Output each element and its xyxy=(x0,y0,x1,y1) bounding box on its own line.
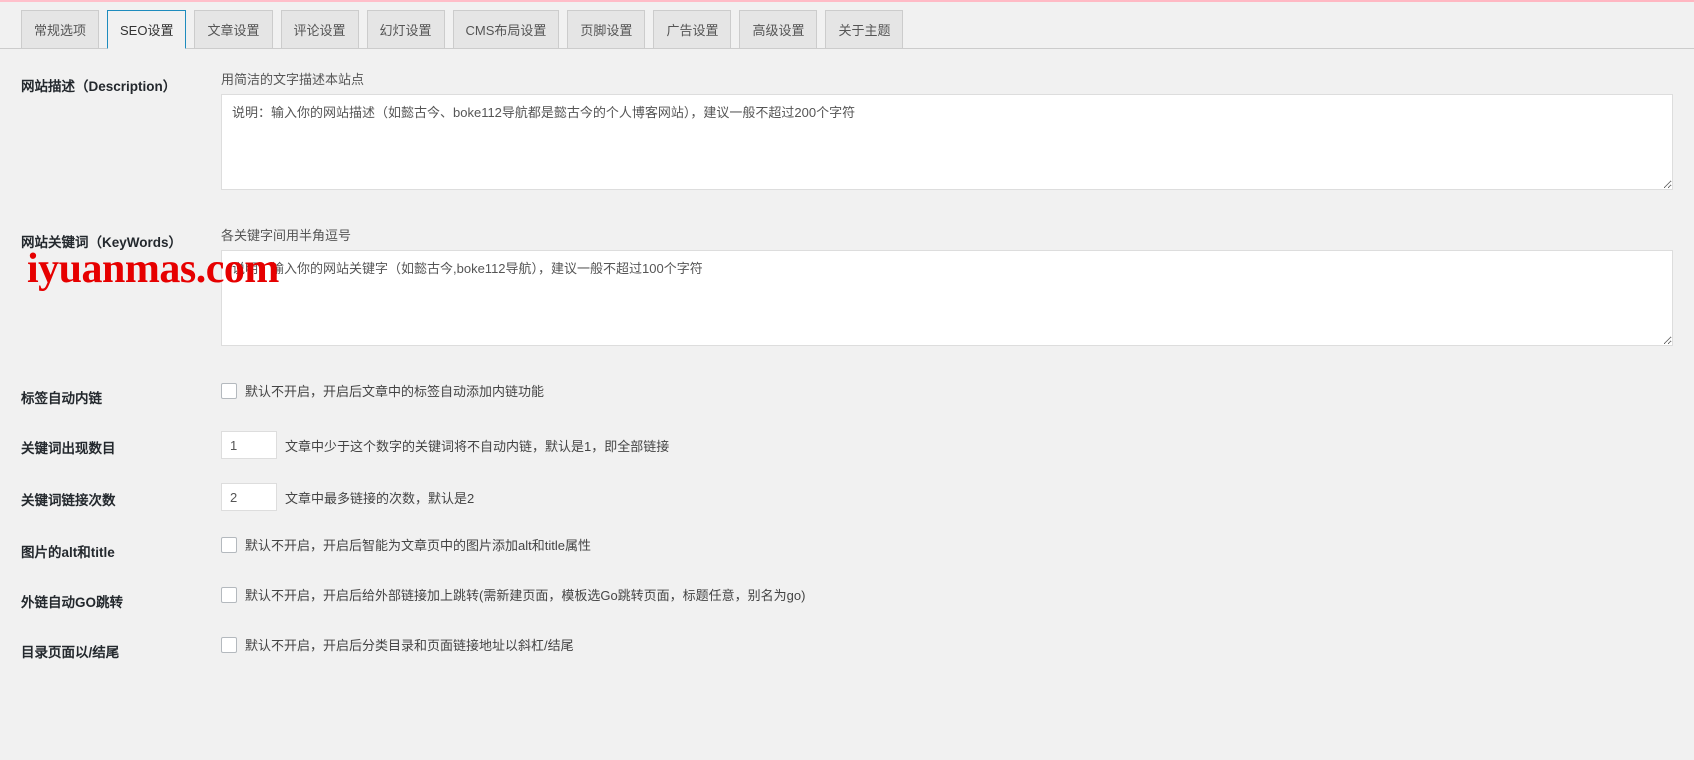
tab-cms-layout[interactable]: CMS布局设置 xyxy=(453,10,560,49)
row-external-go: 外链自动GO跳转 默认不开启，开启后给外部链接加上跳转(需新建页面，模板选Go跳… xyxy=(21,585,1673,611)
tabs-bar: 常规选项 SEO设置 文章设置 评论设置 幻灯设置 CMS布局设置 页脚设置 广… xyxy=(0,2,1694,49)
control-img-alt-title: 默认不开启，开启后智能为文章页中的图片添加alt和title属性 xyxy=(221,535,1673,554)
page-area: 常规选项 SEO设置 文章设置 评论设置 幻灯设置 CMS布局设置 页脚设置 广… xyxy=(0,0,1694,695)
label-keyword-count: 关键词出现数目 xyxy=(21,431,221,457)
checkbox-img-alt-title[interactable] xyxy=(221,537,237,553)
checkbox-dir-slash[interactable] xyxy=(221,637,237,653)
tab-ads[interactable]: 广告设置 xyxy=(653,10,731,49)
input-keyword-link-times[interactable] xyxy=(221,483,277,511)
row-keyword-count: 关键词出现数目 文章中少于这个数字的关键词将不自动内链，默认是1，即全部链接 xyxy=(21,431,1673,459)
label-dir-slash: 目录页面以/结尾 xyxy=(21,635,221,661)
label-description: 网站描述（Description） xyxy=(21,69,221,95)
control-external-go: 默认不开启，开启后给外部链接加上跳转(需新建页面，模板选Go跳转页面，标题任意，… xyxy=(221,585,1673,604)
desc-keyword-count: 文章中少于这个数字的关键词将不自动内链，默认是1，即全部链接 xyxy=(285,436,669,455)
hint-keywords: 各关键字间用半角逗号 xyxy=(221,225,1673,244)
control-dir-slash: 默认不开启，开启后分类目录和页面链接地址以斜杠/结尾 xyxy=(221,635,1673,654)
control-description: 用简洁的文字描述本站点 xyxy=(221,69,1673,193)
settings-content: 网站描述（Description） 用简洁的文字描述本站点 网站关键词（KeyW… xyxy=(0,49,1694,695)
row-keywords: 网站关键词（KeyWords） 各关键字间用半角逗号 xyxy=(21,225,1673,349)
desc-tag-autolink: 默认不开启，开启后文章中的标签自动添加内链功能 xyxy=(245,381,544,400)
desc-img-alt-title: 默认不开启，开启后智能为文章页中的图片添加alt和title属性 xyxy=(245,535,591,554)
label-tag-autolink: 标签自动内链 xyxy=(21,381,221,407)
tab-slide[interactable]: 幻灯设置 xyxy=(367,10,445,49)
label-img-alt-title: 图片的alt和title xyxy=(21,535,221,561)
textarea-keywords[interactable] xyxy=(221,250,1673,346)
control-tag-autolink: 默认不开启，开启后文章中的标签自动添加内链功能 xyxy=(221,381,1673,400)
row-tag-autolink: 标签自动内链 默认不开启，开启后文章中的标签自动添加内链功能 xyxy=(21,381,1673,407)
row-img-alt-title: 图片的alt和title 默认不开启，开启后智能为文章页中的图片添加alt和ti… xyxy=(21,535,1673,561)
control-keyword-count: 文章中少于这个数字的关键词将不自动内链，默认是1，即全部链接 xyxy=(221,431,1673,459)
row-description: 网站描述（Description） 用简洁的文字描述本站点 xyxy=(21,69,1673,193)
textarea-description[interactable] xyxy=(221,94,1673,190)
row-keyword-link-times: 关键词链接次数 文章中最多链接的次数，默认是2 xyxy=(21,483,1673,511)
tab-about[interactable]: 关于主题 xyxy=(825,10,903,49)
tab-advanced[interactable]: 高级设置 xyxy=(739,10,817,49)
hint-description: 用简洁的文字描述本站点 xyxy=(221,69,1673,88)
tab-seo[interactable]: SEO设置 xyxy=(107,10,186,49)
tab-comment[interactable]: 评论设置 xyxy=(281,10,359,49)
label-keyword-link-times: 关键词链接次数 xyxy=(21,483,221,509)
control-keywords: 各关键字间用半角逗号 xyxy=(221,225,1673,349)
label-external-go: 外链自动GO跳转 xyxy=(21,585,221,611)
row-dir-slash: 目录页面以/结尾 默认不开启，开启后分类目录和页面链接地址以斜杠/结尾 xyxy=(21,635,1673,661)
control-keyword-link-times: 文章中最多链接的次数，默认是2 xyxy=(221,483,1673,511)
desc-external-go: 默认不开启，开启后给外部链接加上跳转(需新建页面，模板选Go跳转页面，标题任意，… xyxy=(245,585,805,604)
tab-article[interactable]: 文章设置 xyxy=(194,10,272,49)
tab-footer[interactable]: 页脚设置 xyxy=(567,10,645,49)
desc-keyword-link-times: 文章中最多链接的次数，默认是2 xyxy=(285,488,474,507)
label-keywords: 网站关键词（KeyWords） xyxy=(21,225,221,251)
tab-general[interactable]: 常规选项 xyxy=(21,10,99,49)
input-keyword-count[interactable] xyxy=(221,431,277,459)
checkbox-tag-autolink[interactable] xyxy=(221,383,237,399)
desc-dir-slash: 默认不开启，开启后分类目录和页面链接地址以斜杠/结尾 xyxy=(245,635,574,654)
checkbox-external-go[interactable] xyxy=(221,587,237,603)
